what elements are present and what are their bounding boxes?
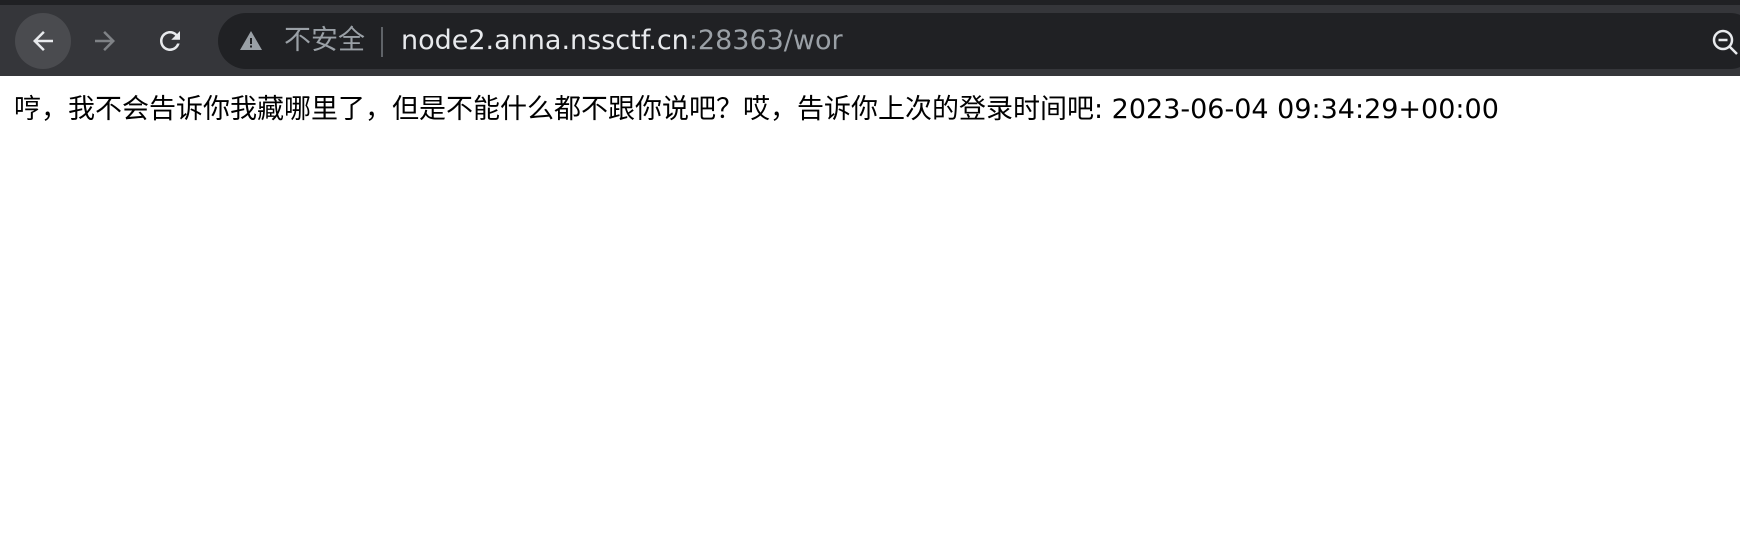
url-host: node2.anna.nssctf.cn xyxy=(401,25,689,56)
url-text[interactable]: node2.anna.nssctf.cn:28363/wor xyxy=(401,24,843,58)
address-bar[interactable]: 不安全 node2.anna.nssctf.cn:28363/wor xyxy=(218,13,1740,69)
forward-button[interactable] xyxy=(77,13,133,69)
browser-toolbar: 不安全 node2.anna.nssctf.cn:28363/wor xyxy=(0,0,1740,76)
zoom-out-icon[interactable] xyxy=(1710,27,1740,57)
reload-icon xyxy=(160,31,180,51)
page-message: 哼，我不会告诉你我藏哪里了，但是不能什么都不跟你说吧？哎，告诉你上次的登录时间吧… xyxy=(14,94,1499,125)
url-path: :28363/wor xyxy=(688,25,843,56)
back-button[interactable] xyxy=(15,13,71,69)
arrow-right-icon xyxy=(95,31,115,51)
security-status-label[interactable]: 不安全 xyxy=(284,24,365,58)
warning-triangle-icon[interactable] xyxy=(239,29,263,53)
arrow-left-icon xyxy=(33,31,53,51)
reload-button[interactable] xyxy=(142,13,198,69)
address-separator xyxy=(381,27,383,57)
